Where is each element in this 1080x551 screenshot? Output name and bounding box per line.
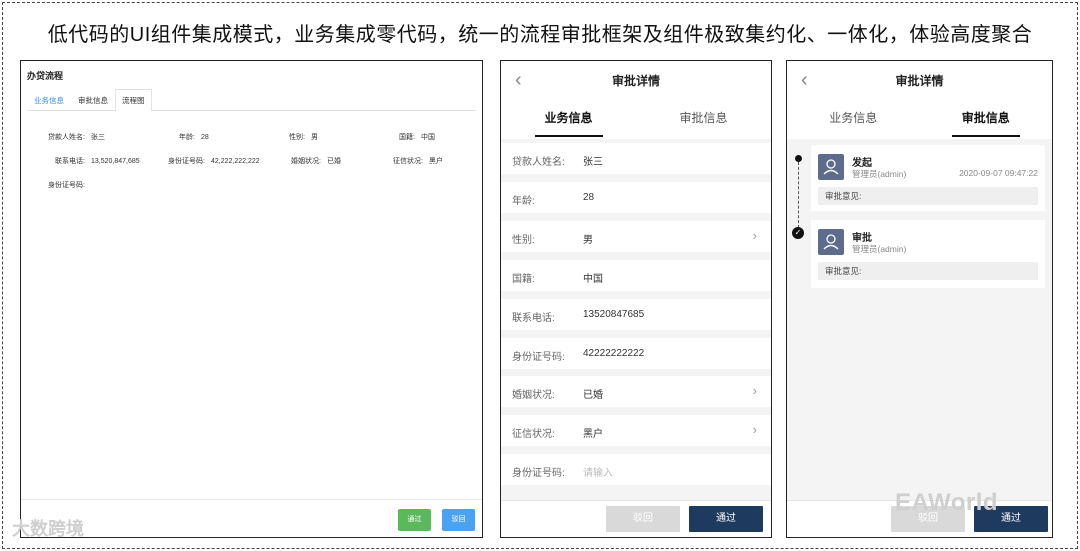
mobile-business-panel: ‹ 审批详情 业务信息 审批信息 贷款人姓名: 张三 年龄: 28 性别: 男 … [500, 60, 772, 538]
desktop-footer: 通过 驳回 [21, 499, 482, 537]
field-phone: 联系电话: 13,520,847,685 [27, 156, 140, 166]
mobile-tabs: 业务信息 审批信息 [787, 99, 1052, 139]
approval-record: 审批 管理员(admin) 审批意见: [811, 220, 1045, 288]
field-gender: 性别: 男 [287, 132, 318, 142]
field-label: 婚姻状况: [291, 158, 321, 165]
desktop-panel: 办贷流程 业务信息 审批信息 流程图 贷款人姓名: 张三 年龄: 28 性别: 男 国… [20, 60, 483, 538]
field-value: 42,222,222,222 [211, 158, 260, 165]
field-value: 中国 [421, 134, 435, 141]
row-label: 身份证号码: [512, 352, 565, 363]
field-id-number: 身份证号码: 42,222,222,222 [161, 156, 260, 166]
row-value: 已婚 [583, 390, 603, 401]
field-value: 张三 [91, 134, 105, 141]
tab-approval-info[interactable]: 审批信息 [920, 99, 1053, 139]
row-nationality: 国籍: 中国 [501, 260, 771, 291]
row-id-number-input[interactable]: 身份证号码: 请输入 [501, 454, 771, 485]
field-value: 已婚 [327, 158, 341, 165]
tab-business-info[interactable]: 业务信息 [501, 99, 636, 139]
desktop-tabs: 业务信息 审批信息 流程图 [27, 89, 476, 111]
row-label: 婚姻状况: [512, 390, 555, 401]
check-circle-icon: ✓ [792, 227, 804, 239]
field-label: 性别: [289, 134, 305, 141]
timeline-dot [795, 155, 802, 162]
row-gender[interactable]: 性别: 男 › [501, 221, 771, 252]
approval-record: 发起 管理员(admin) 2020-09-07 09:47:22 审批意见: [811, 145, 1045, 211]
mobile-approval-panel: ‹ 审批详情 业务信息 审批信息 ✓ 发起 管理员(admin) 2020-09… [786, 60, 1053, 538]
row-label: 性别: [512, 235, 535, 246]
mobile-header: ‹ 审批详情 [787, 61, 1052, 99]
row-label: 贷款人姓名: [512, 157, 565, 168]
tab-business-info[interactable]: 业务信息 [27, 89, 71, 111]
row-value: 男 [583, 235, 593, 246]
row-credit-status[interactable]: 征信状况: 黑户 › [501, 415, 771, 446]
tab-business-info[interactable]: 业务信息 [787, 99, 920, 139]
tab-approval-info[interactable]: 审批信息 [71, 89, 115, 111]
field-marital-status: 婚姻状况: 已婚 [285, 156, 341, 166]
id-number-input[interactable]: 请输入 [583, 464, 613, 479]
row-value: 13520847685 [583, 309, 645, 320]
record-title: 审批 [852, 233, 872, 244]
record-time: 2020-09-07 09:47:22 [959, 168, 1038, 178]
field-nationality: 国籍: 中国 [397, 132, 435, 142]
row-label: 国籍: [512, 274, 535, 285]
chevron-right-icon: › [752, 383, 757, 398]
tab-flow-chart[interactable]: 流程图 [115, 89, 152, 111]
row-value: 42222222222 [583, 348, 645, 359]
reject-button[interactable]: 驳回 [606, 506, 680, 532]
field-label: 国籍: [399, 134, 415, 141]
timeline-line [798, 162, 799, 228]
chevron-right-icon: › [752, 228, 757, 243]
page-title: 审批详情 [895, 74, 944, 88]
mobile-tabs: 业务信息 审批信息 [501, 99, 771, 139]
watermark-left: 大数跨境 [12, 519, 84, 539]
user-avatar-icon [818, 229, 844, 255]
field-value: 28 [201, 134, 209, 141]
approval-opinion: 审批意见: [818, 187, 1038, 205]
row-age: 年龄: 28 [501, 182, 771, 213]
row-marital-status[interactable]: 婚姻状况: 已婚 › [501, 376, 771, 407]
row-borrower-name: 贷款人姓名: 张三 [501, 143, 771, 174]
user-avatar-icon [818, 154, 844, 180]
pass-button[interactable]: 通过 [398, 509, 431, 531]
mobile-header: ‹ 审批详情 [501, 61, 771, 99]
record-title: 发起 [852, 158, 872, 169]
row-label: 年龄: [512, 196, 535, 207]
field-label: 身份证号码: [48, 182, 85, 189]
field-value: 男 [311, 134, 318, 141]
field-label: 征信状况: [393, 158, 423, 165]
row-value: 28 [583, 192, 595, 203]
chevron-right-icon: › [752, 422, 757, 437]
page-title: 审批详情 [611, 74, 660, 88]
field-value: 13,520,847,685 [91, 158, 140, 165]
record-user: 管理员(admin) [852, 169, 907, 179]
watermark-right: EAWorld [895, 489, 999, 516]
tab-approval-info[interactable]: 审批信息 [636, 99, 771, 139]
row-value: 张三 [583, 157, 603, 168]
row-label: 联系电话: [512, 313, 555, 324]
row-value: 黑户 [583, 429, 603, 440]
field-borrower-name: 贷款人姓名: 张三 [27, 132, 105, 142]
reject-button[interactable]: 驳回 [442, 509, 475, 531]
field-value: 黑户 [429, 158, 443, 165]
field-label: 年龄: [179, 134, 195, 141]
row-phone: 联系电话: 13520847685 [501, 299, 771, 330]
pass-button[interactable]: 通过 [689, 506, 763, 532]
row-id-number: 身份证号码: 42222222222 [501, 338, 771, 369]
row-label: 征信状况: [512, 429, 555, 440]
field-age: 年龄: 28 [177, 132, 209, 142]
field-label: 身份证号码: [168, 158, 205, 165]
approval-opinion: 审批意见: [818, 262, 1038, 280]
row-label: 身份证号码: [512, 468, 565, 479]
field-id-number-2: 身份证号码: [27, 180, 91, 190]
row-value: 中国 [583, 274, 603, 285]
mobile-footer: 驳回 通过 [501, 500, 771, 537]
headline: 低代码的UI组件集成模式，业务集成零代码，统一的流程审批框架及组件极致集约化、一… [47, 24, 1033, 46]
field-label: 贷款人姓名: [48, 134, 85, 141]
record-user: 管理员(admin) [852, 244, 907, 254]
field-label: 联系电话: [55, 158, 85, 165]
field-credit-status: 征信状况: 黑户 [387, 156, 443, 166]
page-title: 办贷流程 [27, 71, 64, 81]
